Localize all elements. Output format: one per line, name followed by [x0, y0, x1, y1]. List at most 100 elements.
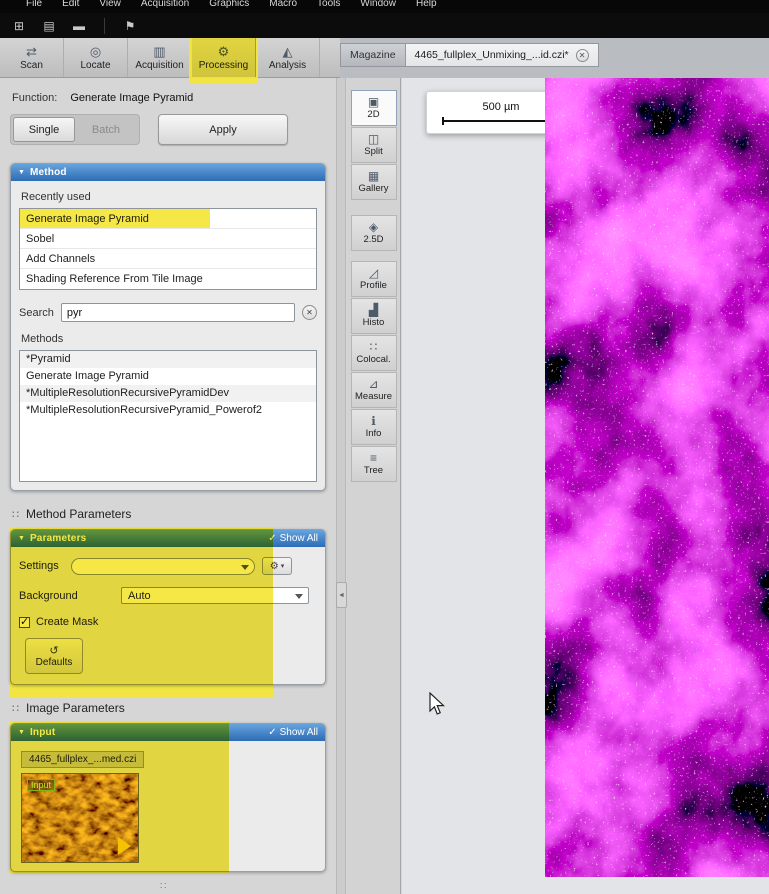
tab-magazine-label: Magazine: [350, 49, 396, 61]
tab-scan-label: Scan: [20, 59, 43, 71]
menu-acquisition[interactable]: Acquisition: [131, 0, 199, 13]
menu-edit[interactable]: Edit: [52, 0, 89, 13]
zen-application-window: File Edit View Acquisition Graphics Macr…: [0, 0, 769, 894]
menu-macro[interactable]: Macro: [259, 0, 307, 13]
view-tree-label: Tree: [363, 465, 384, 476]
view-histo-button[interactable]: ▟ Histo: [350, 298, 397, 334]
view-colocal-button[interactable]: ∷ Colocal.: [350, 335, 397, 371]
mouse-cursor: [429, 692, 446, 715]
view-25d-button[interactable]: ◈ 2.5D: [350, 215, 397, 251]
mode-row: Single Batch Apply: [10, 114, 326, 145]
new-document-icon[interactable]: ⊞: [8, 17, 30, 35]
view-colocal-label: Colocal.: [356, 354, 391, 365]
list-item-add-channels[interactable]: Add Channels: [20, 249, 316, 269]
list-item-multires-dev[interactable]: *MultipleResolutionRecursivePyramidDev: [20, 385, 316, 402]
function-row: Function: Generate Image Pyramid: [12, 92, 326, 104]
input-panel-header[interactable]: ▼ Input ✓ Show All: [11, 724, 325, 741]
microscopy-image[interactable]: [545, 75, 769, 877]
view-mode-strip: ▣ 2D ◫ Split ▦ Gallery ◈ 2.5D ◿ Profile …: [347, 78, 401, 894]
tab-open-document[interactable]: 4465_fullplex_Unmixing_...id.czi* ✕: [405, 43, 599, 67]
methods-label: Methods: [21, 333, 64, 345]
parameters-panel-title: Parameters: [29, 533, 87, 544]
scale-bar-line: [442, 116, 560, 125]
processing-left-panel: Function: Generate Image Pyramid Single …: [0, 78, 336, 894]
tab-analysis[interactable]: ◭ Analysis: [256, 38, 320, 77]
next-section-dots-icon: ∷: [160, 881, 167, 892]
menu-window[interactable]: Window: [350, 0, 406, 13]
view-gallery-button[interactable]: ▦ Gallery: [350, 164, 397, 200]
input-file-name[interactable]: 4465_fullplex_...med.czi: [21, 751, 145, 768]
tab-processing[interactable]: ⚙ Processing: [189, 36, 258, 84]
single-button[interactable]: Single: [13, 117, 75, 142]
apply-button[interactable]: Apply: [158, 114, 288, 145]
clear-search-icon[interactable]: ✕: [302, 305, 317, 320]
view-2d-button[interactable]: ▣ 2D: [350, 90, 397, 126]
input-badge: Input: [27, 779, 56, 791]
list-item-sobel[interactable]: Sobel: [20, 229, 316, 249]
tab-locate-label: Locate: [80, 59, 111, 71]
defaults-button[interactable]: ↺ Defaults: [25, 638, 83, 674]
list-item-generate-image-pyramid-2[interactable]: Generate Image Pyramid: [20, 368, 316, 385]
show-all-label: Show All: [279, 533, 318, 544]
view-split-button[interactable]: ◫ Split: [350, 127, 397, 163]
dots-icon: ∷: [12, 508, 19, 521]
show-all-toggle[interactable]: ✓ Show All: [268, 533, 318, 544]
function-label: Function:: [12, 92, 58, 104]
settings-dropdown[interactable]: [71, 557, 255, 575]
tab-magazine[interactable]: Magazine: [340, 43, 406, 67]
tab-locate[interactable]: ◎ Locate: [64, 38, 128, 77]
play-icon[interactable]: [118, 837, 131, 855]
chevron-down-icon: [241, 564, 249, 570]
tab-acquisition[interactable]: ▥ Acquisition: [128, 38, 192, 77]
collapse-panel-handle[interactable]: ◄: [336, 582, 347, 608]
search-input[interactable]: [60, 303, 295, 322]
batch-button[interactable]: Batch: [75, 117, 137, 142]
chevron-down-icon: ▼: [18, 169, 25, 176]
view-info-label: Info: [365, 428, 382, 439]
settings-label: Settings: [19, 560, 59, 572]
scan-icon: ⇄: [26, 43, 37, 59]
methods-list: *Pyramid Generate Image Pyramid *Multipl…: [19, 350, 317, 482]
close-icon[interactable]: ✕: [575, 48, 589, 62]
settings-gear-button[interactable]: ⚙ ▾: [262, 557, 292, 575]
view-info-button[interactable]: ℹ Info: [350, 409, 397, 445]
background-dropdown[interactable]: Auto: [121, 587, 309, 604]
input-panel-body: 4465_fullplex_...med.czi Input: [11, 741, 325, 871]
background-row: Background Auto: [19, 587, 317, 604]
flag-icon[interactable]: ⚑: [119, 17, 141, 35]
save-icon[interactable]: ▬: [68, 17, 90, 35]
histogram-view-icon: ▟: [368, 303, 379, 317]
open-file-icon[interactable]: ▤: [38, 17, 60, 35]
list-item-shading-reference[interactable]: Shading Reference From Tile Image: [20, 269, 316, 289]
show-all-toggle-input[interactable]: ✓ Show All: [268, 727, 318, 738]
defaults-label: Defaults: [35, 656, 73, 668]
menu-bar: File Edit View Acquisition Graphics Macr…: [0, 0, 769, 13]
measure-view-icon: ⊿: [368, 377, 379, 391]
menu-view[interactable]: View: [89, 0, 131, 13]
view-profile-button[interactable]: ◿ Profile: [350, 261, 397, 297]
list-item-generate-image-pyramid[interactable]: Generate Image Pyramid: [20, 209, 316, 229]
tab-scan[interactable]: ⇄ Scan: [0, 38, 64, 77]
view-tree-button[interactable]: ≡ Tree: [350, 446, 397, 482]
menu-help[interactable]: Help: [406, 0, 447, 13]
menu-file[interactable]: File: [16, 0, 52, 13]
undo-icon: ↺: [49, 644, 59, 657]
search-label: Search: [19, 306, 54, 319]
menu-tools[interactable]: Tools: [307, 0, 350, 13]
parameters-panel: ▼ Parameters ✓ Show All Settings ⚙ ▾ Bac…: [9, 528, 326, 698]
recently-used-list: Generate Image Pyramid Sobel Add Channel…: [19, 208, 317, 290]
view-measure-button[interactable]: ⊿ Measure: [350, 372, 397, 408]
image-viewer-canvas[interactable]: 500 µm: [402, 75, 769, 894]
create-mask-checkbox[interactable]: [19, 615, 30, 628]
list-item-multires-powerof2[interactable]: *MultipleResolutionRecursivePyramid_Powe…: [20, 402, 316, 419]
background-label: Background: [19, 589, 78, 602]
view-split-label: Split: [364, 146, 383, 157]
menu-graphics[interactable]: Graphics: [199, 0, 259, 13]
method-panel-header[interactable]: ▼ Method: [11, 164, 325, 181]
scale-bar-label: 500 µm: [482, 100, 520, 113]
list-item-pyramid[interactable]: *Pyramid: [20, 351, 316, 368]
colocalization-view-icon: ∷: [369, 340, 378, 354]
method-panel-title: Method: [29, 167, 67, 178]
parameters-panel-header[interactable]: ▼ Parameters ✓ Show All: [11, 530, 325, 547]
input-image-thumbnail[interactable]: Input: [21, 773, 139, 863]
